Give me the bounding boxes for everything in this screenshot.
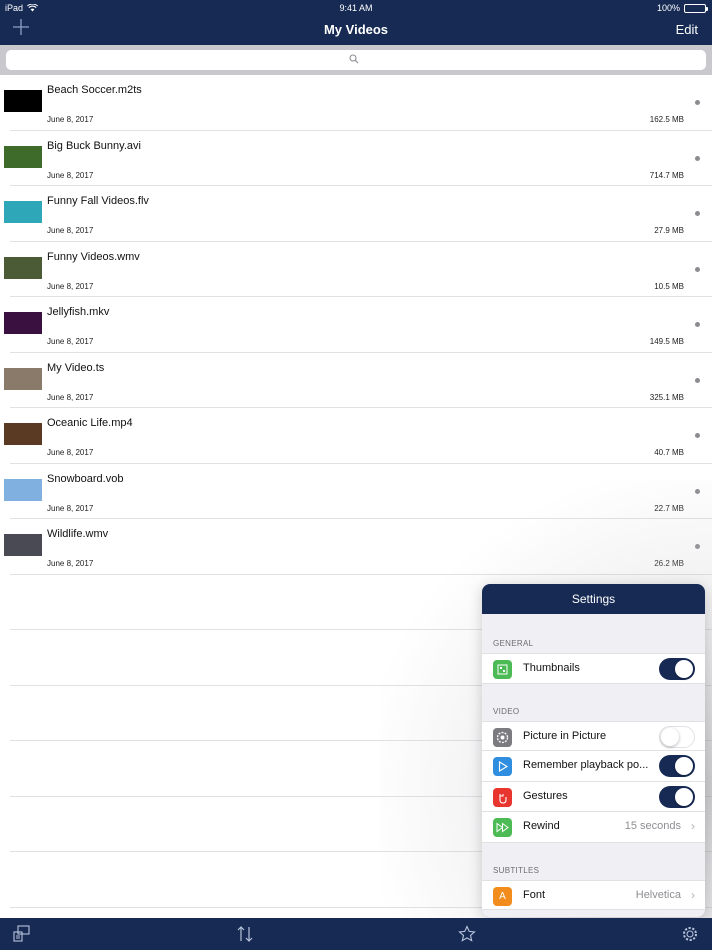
star-icon[interactable] — [457, 924, 477, 944]
chevron-right-icon: › — [691, 887, 695, 902]
rewind-icon — [493, 818, 512, 837]
video-thumbnail — [4, 367, 42, 390]
thumbnails-toggle[interactable] — [659, 658, 695, 680]
font-value: Helvetica — [635, 888, 681, 901]
list-item[interactable]: Big Buck Bunny.avi June 8, 2017 714.7 MB — [4, 131, 712, 186]
remember-playback-row[interactable]: Remember playback po... — [482, 751, 705, 782]
video-name: Oceanic Life.mp4 — [47, 417, 133, 429]
video-date: June 8, 2017 — [47, 392, 94, 402]
hand-icon — [493, 787, 512, 807]
video-name: Big Buck Bunny.avi — [47, 139, 141, 152]
connect-icon[interactable] — [12, 924, 32, 944]
gear-icon — [493, 727, 512, 747]
video-date: June 8, 2017 — [47, 503, 94, 513]
video-size: 40.7 MB — [654, 448, 684, 457]
search-icon — [349, 54, 359, 64]
list-item[interactable]: Jellyfish.mkv June 8, 2017 149.5 MB — [4, 297, 712, 353]
thumbnails-label: Thumbnails — [523, 662, 580, 674]
video-thumbnail — [4, 90, 42, 112]
video-size: 26.2 MB — [654, 559, 684, 568]
video-name: Funny Videos.wmv — [47, 250, 140, 263]
top-bar: iPad 9:41 AM 100% My Videos Edit — [0, 0, 712, 45]
video-date: June 8, 2017 — [47, 226, 94, 235]
list-item[interactable]: Funny Videos.wmv June 8, 2017 10.5 MB — [4, 242, 712, 297]
status-dot — [695, 100, 700, 105]
remember-playback-toggle[interactable] — [659, 755, 695, 777]
battery-icon — [684, 3, 708, 13]
video-size: 27.9 MB — [654, 226, 684, 235]
status-dot — [695, 488, 700, 494]
video-size: 149.5 MB — [649, 337, 684, 346]
settings-title: Settings — [482, 584, 705, 614]
status-dot — [695, 266, 700, 272]
list-item[interactable]: Beach Soccer.m2ts June 8, 2017 162.5 MB — [4, 75, 712, 131]
list-item[interactable]: Oceanic Life.mp4 June 8, 2017 40.7 MB — [4, 408, 712, 464]
video-date: June 8, 2017 — [47, 281, 94, 291]
section-video: VIDEO — [493, 706, 520, 716]
status-bar: iPad 9:41 AM 100% — [0, 0, 712, 16]
settings-popover: Settings GENERAL Thumbnails VIDEO Pictur… — [482, 584, 705, 917]
video-thumbnail — [4, 145, 42, 168]
font-row[interactable]: A Font Helvetica › — [482, 879, 705, 910]
video-name: Beach Soccer.m2ts — [47, 84, 142, 96]
rewind-row[interactable]: Rewind 15 seconds › — [482, 812, 705, 843]
video-size: 162.5 MB — [649, 115, 684, 124]
video-thumbnail — [4, 478, 42, 501]
pip-label: Picture in Picture — [523, 729, 607, 742]
video-name: Jellyfish.mkv — [47, 306, 110, 318]
video-size: 10.5 MB — [654, 281, 684, 291]
video-thumbnail — [4, 534, 42, 556]
video-date: June 8, 2017 — [47, 115, 94, 124]
video-thumbnail — [4, 256, 42, 279]
status-dot — [695, 322, 700, 327]
gestures-toggle[interactable] — [659, 785, 695, 808]
video-thumbnail — [4, 201, 42, 223]
video-size: 22.7 MB — [654, 503, 684, 513]
video-name: Funny Fall Videos.flv — [47, 195, 149, 207]
remember-playback-label: Remember playback po... — [523, 759, 649, 771]
video-size: 325.1 MB — [649, 392, 684, 402]
video-name: Snowboard.vob — [47, 472, 124, 485]
gestures-row[interactable]: Gestures — [482, 781, 705, 812]
chevron-right-icon: › — [691, 819, 695, 833]
list-item[interactable]: Snowboard.vob June 8, 2017 22.7 MB — [4, 464, 712, 519]
search-bar — [0, 45, 712, 75]
rewind-value: 15 seconds — [624, 820, 681, 832]
status-dot — [695, 544, 700, 549]
gear-icon[interactable] — [680, 924, 700, 944]
list-item[interactable]: Funny Fall Videos.flv June 8, 2017 27.9 MB — [4, 186, 712, 242]
pip-toggle[interactable] — [659, 725, 695, 748]
gestures-label: Gestures — [523, 789, 568, 802]
search-input[interactable] — [6, 50, 706, 70]
video-name: Wildlife.wmv — [47, 528, 109, 540]
status-dot — [695, 211, 700, 216]
list-item[interactable]: Wildlife.wmv June 8, 2017 26.2 MB — [4, 519, 712, 575]
battery-percent: 100% — [656, 3, 680, 13]
list-item[interactable]: My Video.ts June 8, 2017 325.1 MB — [4, 353, 712, 408]
grid-icon — [493, 660, 512, 679]
video-size: 714.7 MB — [649, 170, 684, 180]
play-icon — [493, 757, 512, 776]
page-title: My Videos — [323, 22, 389, 37]
pip-row[interactable]: Picture in Picture — [482, 720, 705, 751]
section-subtitles: SUBTITLES — [493, 865, 540, 875]
video-date: June 8, 2017 — [47, 559, 94, 568]
video-date: June 8, 2017 — [47, 337, 94, 346]
video-thumbnail — [4, 423, 42, 445]
sort-icon[interactable] — [235, 924, 255, 944]
clock: 9:41 AM — [339, 3, 373, 13]
video-name: My Video.ts — [47, 361, 105, 374]
video-date: June 8, 2017 — [47, 170, 94, 180]
status-dot — [695, 377, 700, 383]
status-dot — [695, 155, 700, 161]
font-icon: A — [493, 886, 512, 906]
section-general: GENERAL — [493, 639, 534, 648]
edit-button[interactable]: Edit — [676, 22, 698, 37]
status-dot — [695, 433, 700, 438]
video-thumbnail — [4, 312, 42, 334]
video-date: June 8, 2017 — [47, 448, 94, 457]
thumbnails-row[interactable]: Thumbnails — [482, 653, 705, 684]
bottom-toolbar — [0, 918, 712, 950]
